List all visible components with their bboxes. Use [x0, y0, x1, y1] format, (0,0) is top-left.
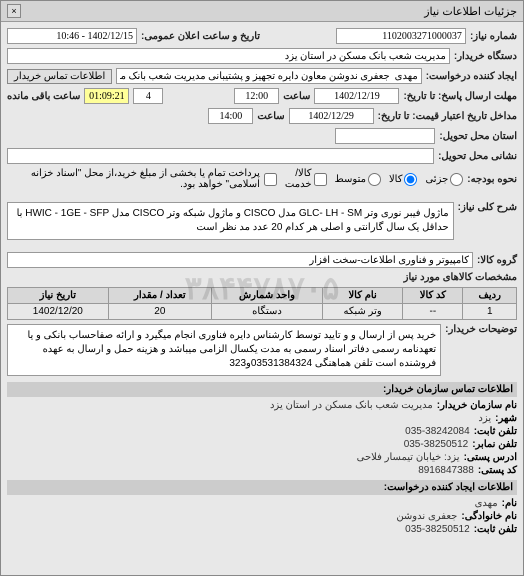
buyer-input[interactable]: [7, 48, 450, 64]
remaining-label: ساعت باقی مانده: [7, 91, 80, 102]
col-unit: واحد شمارش: [212, 288, 323, 304]
table-header-row: ردیف کد کالا نام کالا واحد شمارش تعداد /…: [8, 288, 517, 304]
req-phone-label: تلفن ثابت:: [474, 524, 517, 535]
col-date: تاریخ نیاز: [8, 288, 109, 304]
budget-goods-label: کالا: [389, 174, 403, 185]
requester-section-title: اطلاعات ایجاد کننده درخواست:: [7, 480, 517, 495]
delivery-address-label: نشانی محل تحویل:: [438, 151, 517, 162]
budget-checkbox-installment[interactable]: [314, 173, 327, 186]
org-value: مدیریت شعب بانک مسکن در استان یزد: [270, 400, 433, 411]
goods-group-input[interactable]: [7, 252, 473, 268]
request-number-input[interactable]: [336, 28, 466, 44]
request-number-label: شماره نیاز:: [470, 31, 517, 42]
deadline-time-input[interactable]: [234, 88, 279, 104]
city-value: یزد: [478, 413, 491, 424]
requester-label: ایجاد کننده درخواست:: [426, 71, 517, 82]
time-label-1: ساعت: [283, 91, 310, 102]
public-date-label: تاریخ و ساعت اعلان عمومی:: [141, 31, 260, 42]
payment-note-checkbox[interactable]: [264, 173, 277, 186]
contact-section-title: اطلاعات تماس سازمان خریدار:: [7, 382, 517, 397]
header-bar: جزئیات اطلاعات نیاز ×: [1, 1, 523, 22]
table-row[interactable]: 1 -- وتر شبکه دستگاه 20 1402/12/20: [8, 304, 517, 320]
remaining-time-input[interactable]: [84, 88, 129, 104]
fax-value: 035-38250512: [404, 439, 469, 450]
delivery-address-input[interactable]: [7, 148, 434, 164]
cell-date: 1402/12/20: [8, 304, 109, 320]
items-table-label: مشخصات کالاهای مورد نیاز: [404, 272, 517, 283]
budget-installment-label: کالا/خدمت: [285, 168, 312, 190]
family-label: نام خانوادگی:: [461, 511, 517, 522]
main-window: ۳۸۴۴۷۸۷۰۵ جزئیات اطلاعات نیاز × شماره نی…: [0, 0, 524, 576]
col-qty: تعداد / مقدار: [108, 288, 211, 304]
public-date-input[interactable]: [7, 28, 137, 44]
items-table: ردیف کد کالا نام کالا واحد شمارش تعداد /…: [7, 287, 517, 320]
content-area: شماره نیاز: تاریخ و ساعت اعلان عمومی: دس…: [1, 22, 523, 543]
fax-label: تلفن نمابر:: [472, 439, 517, 450]
requester-input[interactable]: [116, 68, 421, 84]
close-icon[interactable]: ×: [7, 4, 21, 18]
contact-section: اطلاعات تماس سازمان خریدار: نام سازمان خ…: [7, 382, 517, 535]
budget-partial-label: جزئی: [425, 174, 448, 185]
budget-radio-partial[interactable]: [450, 173, 463, 186]
validity-label: مداخل تاریخ اعتبار قیمت: تا تاریخ:: [378, 111, 517, 122]
deadline-label: مهلت ارسال پاسخ: تا تاریخ:: [403, 91, 517, 102]
address-label: ادرس پستی:: [464, 452, 517, 463]
delivery-place-label: استان محل تحویل:: [439, 131, 517, 142]
buyer-label: دستگاه خریدار:: [454, 51, 517, 62]
col-name: نام کالا: [322, 288, 402, 304]
col-row: ردیف: [463, 288, 517, 304]
validity-time-input[interactable]: [208, 108, 253, 124]
postal-label: کد پستی:: [478, 465, 517, 476]
contact-info-button[interactable]: اطلاعات تماس خریدار: [7, 69, 112, 84]
buyer-notes-label: توضیحات خریدار:: [445, 324, 517, 335]
postal-value: 8916847388: [418, 465, 474, 476]
buyer-notes-box: خرید پس از ارسال و و تایید توسط کارشناس …: [7, 324, 441, 376]
family-value: جعفری ندوشن: [396, 511, 457, 522]
time-label-2: ساعت: [257, 111, 284, 122]
goods-group-label: گروه کالا:: [477, 255, 517, 266]
phone-value: 035-38242084: [405, 426, 470, 437]
city-label: شهر:: [495, 413, 517, 424]
deadline-date-input[interactable]: [314, 88, 399, 104]
address-value: یزد: خیابان تیمسار فلاحی: [357, 452, 460, 463]
req-phone-value: 035-38250512: [405, 524, 470, 535]
remaining-days-input[interactable]: [133, 88, 163, 104]
description-label: شرح کلی نیاز:: [458, 202, 517, 213]
name-label: نام:: [502, 498, 517, 509]
budget-radio-goods[interactable]: [404, 173, 417, 186]
name-value: مهدی: [475, 498, 498, 509]
org-label: نام سازمان خریدار:: [437, 400, 517, 411]
cell-unit: دستگاه: [212, 304, 323, 320]
validity-date-input[interactable]: [289, 108, 374, 124]
col-code: کد کالا: [403, 288, 463, 304]
budget-radio-medium[interactable]: [368, 173, 381, 186]
budget-medium-label: متوسط: [335, 174, 366, 185]
budget-radio-group: جزئی کالا متوسط کالا/خدمت: [285, 168, 463, 190]
description-box: ماژول فیبر نوری وتر GLC- LH - SM مدل CIS…: [7, 202, 454, 240]
cell-qty: 20: [108, 304, 211, 320]
cell-name: وتر شبکه: [322, 304, 402, 320]
budget-type-label: نحوه بودجه:: [467, 174, 517, 185]
window-title: جزئیات اطلاعات نیاز: [424, 5, 517, 18]
phone-label: تلفن ثابت:: [474, 426, 517, 437]
delivery-place-input[interactable]: [335, 128, 435, 144]
cell-code: --: [403, 304, 463, 320]
payment-note-text: پرداخت تمام یا بخشی از مبلغ خرید،از محل …: [7, 168, 260, 190]
cell-row: 1: [463, 304, 517, 320]
